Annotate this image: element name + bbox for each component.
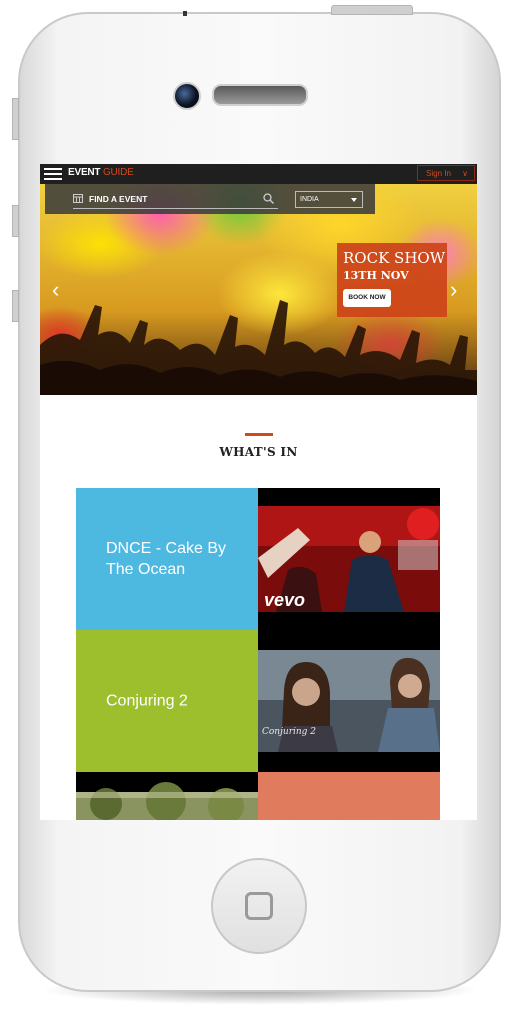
chevron-left-icon[interactable]: ‹ [52, 279, 59, 301]
vevo-logo: vevo [264, 590, 305, 610]
volume-down-button [12, 290, 19, 322]
menu-icon[interactable] [44, 168, 62, 180]
search-label: FIND A EVENT [89, 194, 148, 204]
home-button[interactable] [211, 858, 307, 954]
signin-label: Sign In [426, 169, 451, 178]
earpiece-speaker [212, 84, 308, 106]
brand-logo[interactable]: EVENT GUIDE [68, 167, 134, 178]
search-panel: FIND A EVENT INDIA [45, 184, 375, 214]
signin-button[interactable]: Sign In ∨ [417, 165, 475, 181]
front-camera [173, 82, 201, 110]
country-select[interactable]: INDIA [295, 191, 363, 208]
mute-switch [12, 98, 19, 140]
event-tile-image[interactable]: vevo [258, 488, 440, 630]
top-navbar: EVENT GUIDE Sign In ∨ [40, 164, 477, 184]
volume-up-button [12, 205, 19, 237]
section-accent-bar [245, 433, 273, 436]
chevron-down-icon: ∨ [462, 169, 468, 178]
chevron-right-icon[interactable]: › [450, 279, 457, 301]
calendar-icon [73, 194, 83, 203]
tile-title: DNCE - Cake By The Ocean [106, 540, 227, 578]
silent-switch [183, 11, 187, 16]
power-button [331, 5, 413, 15]
event-promo-card: ROCK SHOW 13TH NOV BOOK NOW [337, 243, 447, 317]
tile-title: Conjuring 2 [106, 692, 188, 710]
promo-date: 13TH NOV [343, 269, 409, 282]
event-tile-text[interactable]: DNCE - Cake By The Ocean [76, 488, 258, 630]
home-button-icon [245, 892, 273, 920]
event-tile-text[interactable]: Conjuring 2 [76, 630, 258, 772]
event-tile-image[interactable] [76, 772, 258, 820]
book-now-button[interactable]: BOOK NOW [343, 289, 391, 307]
hero-banner: FIND A EVENT INDIA ROCK SHOW 13TH NOV BO… [40, 184, 477, 395]
brand-primary: EVENT [68, 167, 101, 178]
movie-thumbnail: Conjuring 2 [258, 650, 440, 752]
event-tile-image[interactable]: Conjuring 2 [258, 630, 440, 772]
conjuring-logo: Conjuring 2 [262, 727, 316, 737]
country-value: INDIA [300, 196, 319, 203]
event-tile-text[interactable] [258, 772, 440, 820]
search-input[interactable]: FIND A EVENT [73, 192, 278, 209]
caret-down-icon [351, 198, 357, 202]
concert-thumbnail: vevo [258, 506, 440, 612]
nature-thumbnail [76, 782, 258, 820]
search-icon[interactable] [263, 193, 274, 204]
brand-secondary: GUIDE [102, 167, 134, 178]
phone-screen: EVENT GUIDE Sign In ∨ FIND A EVENT INDIA… [40, 164, 477, 820]
section-title: WHAT'S IN [219, 445, 298, 459]
promo-title: ROCK SHOW [343, 249, 446, 267]
